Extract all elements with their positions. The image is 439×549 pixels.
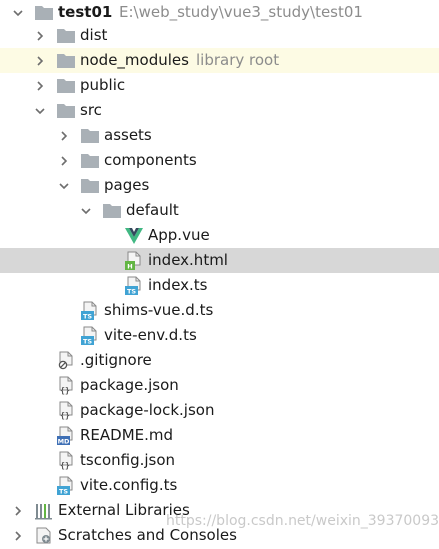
folder-icon — [34, 3, 54, 22]
tree-row-file-index-ts[interactable]: TS index.ts — [0, 273, 439, 298]
tree-row-folder-public[interactable]: public — [0, 73, 439, 98]
chevron-right-icon[interactable] — [10, 498, 26, 523]
ignore-file-icon — [56, 351, 76, 370]
tree-item-label: pages — [104, 176, 150, 194]
md-file-icon: MD — [56, 426, 76, 445]
project-tree: test01 E:\web_study\vue3_study\test01 dis… — [0, 0, 439, 544]
json-file-icon: {} — [56, 376, 76, 395]
tree-row-file-index-html[interactable]: H index.html — [0, 248, 439, 273]
tree-row-file-vite-env-d-ts[interactable]: TS vite-env.d.ts — [0, 323, 439, 348]
tree-item-label: vite.config.ts — [80, 476, 178, 494]
svg-text:TS: TS — [83, 337, 92, 345]
tree-item-label: package.json — [80, 376, 179, 394]
tree-row-file-shims-vue-d-ts[interactable]: TS shims-vue.d.ts — [0, 298, 439, 323]
tree-item-label: components — [104, 151, 197, 169]
chevron-right-icon[interactable] — [32, 48, 48, 73]
tree-row-file-readme-md[interactable]: MD README.md — [0, 423, 439, 448]
tree-item-label: vite-env.d.ts — [104, 326, 197, 344]
tree-row-folder-pages[interactable]: pages — [0, 173, 439, 198]
chevron-right-icon[interactable] — [56, 123, 72, 148]
folder-icon — [80, 126, 100, 145]
svg-text:MD: MD — [58, 437, 70, 445]
library-root-note: library root — [196, 51, 280, 69]
tree-row-folder-dist[interactable]: dist — [0, 23, 439, 48]
tree-item-label: .gitignore — [80, 351, 152, 369]
ts-file-icon: TS — [124, 276, 144, 295]
chevron-down-icon[interactable] — [10, 0, 26, 25]
folder-icon — [56, 51, 76, 70]
tree-row-project-root[interactable]: test01 E:\web_study\vue3_study\test01 — [0, 0, 439, 25]
ts-file-icon: TS — [80, 301, 100, 320]
tree-item-label: index.ts — [148, 276, 208, 294]
tree-row-file-tsconfig-json[interactable]: {} tsconfig.json — [0, 448, 439, 473]
tree-row-file-package-json[interactable]: {} package.json — [0, 373, 439, 398]
svg-text:{}: {} — [60, 461, 70, 470]
ts-file-icon: TS — [56, 476, 76, 495]
svg-text:H: H — [127, 262, 132, 270]
tree-item-label: dist — [80, 26, 108, 44]
folder-icon — [80, 151, 100, 170]
svg-text:{}: {} — [60, 386, 70, 395]
svg-text:TS: TS — [83, 312, 92, 320]
tree-row-file-vite-config-ts[interactable]: TS vite.config.ts — [0, 473, 439, 498]
watermark: https://blog.csdn.net/weixin_39370093 — [166, 513, 439, 529]
tree-row-folder-node-modules[interactable]: node_modules library root — [0, 48, 439, 73]
tree-item-label: node_modules — [80, 51, 189, 69]
vue-file-icon — [124, 226, 144, 245]
svg-text:TS: TS — [59, 487, 68, 495]
ts-file-icon: TS — [80, 326, 100, 345]
tree-row-file-gitignore[interactable]: .gitignore — [0, 348, 439, 373]
folder-icon — [80, 176, 100, 195]
scratch-icon — [34, 526, 54, 545]
tree-item-label: assets — [104, 126, 152, 144]
tree-item-label: src — [80, 101, 102, 119]
json-file-icon: {} — [56, 401, 76, 420]
tree-item-label: default — [126, 201, 179, 219]
tree-item-label: README.md — [80, 426, 174, 444]
chevron-right-icon[interactable] — [10, 523, 26, 548]
chevron-right-icon[interactable] — [32, 73, 48, 98]
svg-text:{}: {} — [60, 411, 70, 420]
tree-row-folder-assets[interactable]: assets — [0, 123, 439, 148]
chevron-down-icon[interactable] — [56, 173, 72, 198]
folder-icon — [56, 101, 76, 120]
chevron-right-icon[interactable] — [56, 148, 72, 173]
json-file-icon: {} — [56, 451, 76, 470]
chevron-down-icon[interactable] — [78, 198, 94, 223]
folder-icon — [56, 26, 76, 45]
tree-row-folder-src[interactable]: src — [0, 98, 439, 123]
svg-text:TS: TS — [127, 287, 136, 295]
tree-row-file-app-vue[interactable]: App.vue — [0, 223, 439, 248]
tree-item-label: test01 — [58, 3, 113, 21]
folder-icon — [56, 76, 76, 95]
project-path: E:\web_study\vue3_study\test01 — [119, 3, 363, 21]
tree-row-folder-default[interactable]: default — [0, 198, 439, 223]
tree-item-label: shims-vue.d.ts — [104, 301, 214, 319]
tree-item-label: package-lock.json — [80, 401, 215, 419]
tree-item-label: tsconfig.json — [80, 451, 176, 469]
html-file-icon: H — [124, 251, 144, 270]
tree-item-label: public — [80, 76, 126, 94]
folder-icon — [102, 201, 122, 220]
tree-row-file-package-lock-json[interactable]: {} package-lock.json — [0, 398, 439, 423]
chevron-right-icon[interactable] — [32, 23, 48, 48]
tree-item-label: index.html — [148, 251, 228, 269]
tree-row-folder-components[interactable]: components — [0, 148, 439, 173]
library-icon — [34, 501, 54, 520]
tree-item-label: App.vue — [148, 226, 210, 244]
chevron-down-icon[interactable] — [32, 98, 48, 123]
